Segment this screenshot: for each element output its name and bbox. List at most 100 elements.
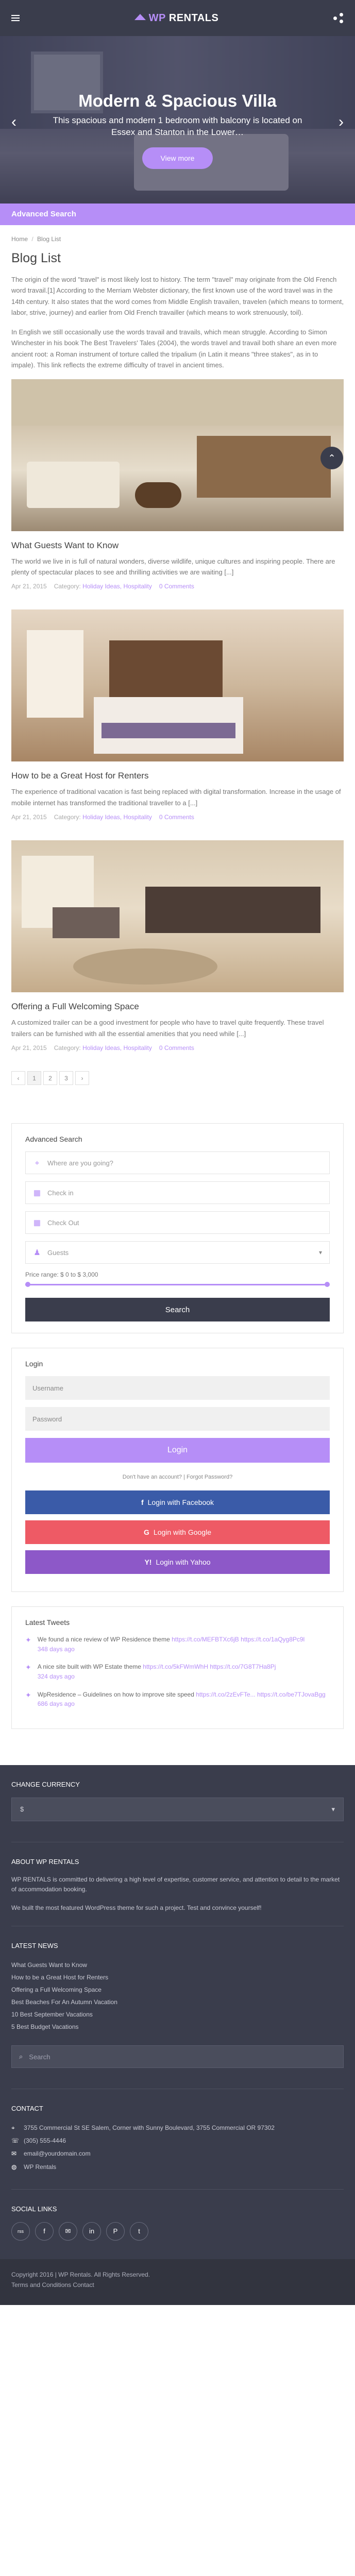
- twitter-icon: ✦: [25, 1636, 31, 1645]
- pagination-page[interactable]: 3: [59, 1071, 73, 1086]
- price-max-handle[interactable]: [325, 1282, 330, 1287]
- pagination-prev[interactable]: ‹: [11, 1071, 25, 1086]
- yahoo-login-button[interactable]: Y! Login with Yahoo: [25, 1550, 330, 1574]
- site-footer: CHANGE CURRENCY $ ▾ ABOUT WP RENTALS WP …: [0, 1765, 355, 2259]
- footer-news-item[interactable]: What Guests Want to Know: [11, 1959, 344, 1971]
- chevron-right-icon[interactable]: ›: [339, 113, 344, 131]
- contact-website[interactable]: ◍ WP Rentals: [11, 2161, 344, 2174]
- post-thumbnail[interactable]: [11, 840, 344, 993]
- post-title[interactable]: Offering a Full Welcoming Space: [11, 1002, 344, 1012]
- check-in-placeholder: Check in: [47, 1189, 74, 1197]
- footer-terms-links[interactable]: Terms and Conditions Contact: [11, 2280, 344, 2290]
- contact-email[interactable]: ✉ email@yourdomain.com: [11, 2147, 344, 2160]
- chevron-down-icon: ▾: [331, 1805, 335, 1813]
- post-comments[interactable]: 0 Comments: [159, 583, 194, 590]
- pagination-page[interactable]: 1: [27, 1071, 41, 1086]
- yahoo-icon: Y!: [144, 1558, 152, 1567]
- pagination: ‹ 1 2 3 ›: [11, 1071, 344, 1086]
- post-excerpt: A customized trailer can be a good inves…: [11, 1019, 324, 1038]
- copyright-text: Copyright 2016 | WP Rentals. All Rights …: [11, 2270, 150, 2278]
- pagination-next[interactable]: ›: [75, 1071, 89, 1086]
- price-range-label: Price range: $ 0 to $ 3,000: [25, 1271, 98, 1279]
- menu-icon[interactable]: [11, 15, 20, 21]
- post-categories[interactable]: Holiday Ideas, Hospitality: [82, 583, 152, 590]
- mail-icon[interactable]: ✉: [59, 2222, 77, 2241]
- check-out-input[interactable]: ▦ Check Out: [25, 1211, 330, 1234]
- tweet-time[interactable]: 324 days ago: [38, 1672, 276, 1682]
- tweet-time[interactable]: 686 days ago: [38, 1699, 326, 1709]
- contact-phone[interactable]: ☏ (305) 555-4446: [11, 2134, 344, 2147]
- advanced-search-toggle[interactable]: Advanced Search: [0, 204, 355, 225]
- footer-about: ABOUT WP RENTALS WP RENTALS is committed…: [11, 1842, 344, 1913]
- mail-icon: ✉: [11, 2150, 17, 2158]
- social-links: rss f ✉ in P t: [11, 2222, 344, 2259]
- post-category-label: Category:: [54, 1044, 81, 1052]
- twitter-icon: ✦: [25, 1663, 31, 1672]
- post-title[interactable]: What Guests Want to Know: [11, 540, 344, 551]
- tweet-time[interactable]: 348 days ago: [38, 1645, 305, 1654]
- facebook-login-button[interactable]: f Login with Facebook: [25, 1490, 330, 1515]
- linkedin-icon[interactable]: in: [82, 2222, 101, 2241]
- search-button[interactable]: Search: [25, 1298, 330, 1322]
- contact-address: ⌖ 3755 Commercial St SE Salem, Corner wit…: [11, 2122, 344, 2134]
- post-category-label: Category:: [54, 583, 81, 590]
- footer-search-input[interactable]: ⌕ Search: [11, 2045, 344, 2069]
- footer-news-item[interactable]: How to be a Great Host for Renters: [11, 1971, 344, 1984]
- rss-icon[interactable]: rss: [11, 2222, 30, 2241]
- logo-prefix: WP: [148, 12, 166, 24]
- post-title[interactable]: How to be a Great Host for Renters: [11, 771, 344, 781]
- price-range-slider[interactable]: [25, 1282, 330, 1287]
- login-button[interactable]: Login: [25, 1438, 330, 1463]
- footer-news-item[interactable]: Offering a Full Welcoming Space: [11, 1984, 344, 1996]
- share-icon[interactable]: [333, 13, 344, 23]
- post-thumbnail[interactable]: [11, 609, 344, 762]
- login-widget: Login Username Password Login Don't have…: [11, 1348, 344, 1592]
- guests-select[interactable]: ♟ Guests ▾: [25, 1241, 330, 1264]
- post-comments[interactable]: 0 Comments: [159, 814, 194, 821]
- post-categories[interactable]: Holiday Ideas, Hospitality: [82, 1044, 152, 1052]
- footer-about-title: ABOUT WP RENTALS: [11, 1857, 79, 1866]
- chevron-left-icon[interactable]: ‹: [11, 113, 16, 131]
- check-in-input[interactable]: ▦ Check in: [25, 1181, 330, 1205]
- tweet-link[interactable]: https://t.co/2zEvFTe... https://t.co/be7…: [196, 1691, 325, 1698]
- breadcrumb-home[interactable]: Home: [11, 235, 28, 243]
- post-category-label: Category:: [54, 814, 81, 821]
- tweet-link[interactable]: https://t.co/5kFWmWhH https://t.co/7G8T7…: [143, 1663, 276, 1670]
- facebook-icon[interactable]: f: [35, 2222, 54, 2241]
- footer-news-item[interactable]: Best Beaches For An Autumn Vacation: [11, 1996, 344, 2008]
- breadcrumb: Home / Blog List: [11, 225, 344, 251]
- password-input[interactable]: Password: [25, 1407, 330, 1431]
- phone-icon: ☏: [11, 2137, 20, 2145]
- pagination-page[interactable]: 2: [43, 1071, 57, 1086]
- username-input[interactable]: Username: [25, 1376, 330, 1400]
- contact-email-text: email@yourdomain.com: [24, 2150, 91, 2158]
- tweet-item: ✦ We found a nice review of WP Residence…: [25, 1635, 330, 1654]
- footer-news-item[interactable]: 5 Best Budget Vacations: [11, 2021, 344, 2033]
- footer-news-title: LATEST NEWS: [11, 1942, 58, 1950]
- location-input[interactable]: ⌖ Where are you going?: [25, 1151, 330, 1175]
- footer-news-item[interactable]: 10 Best September Vacations: [11, 2008, 344, 2021]
- post-thumbnail[interactable]: [11, 379, 344, 531]
- account-links[interactable]: Don't have an account? | Forgot Password…: [25, 1474, 330, 1480]
- tweet-link[interactable]: https://t.co/MEFBTXc6jB https://t.co/1aQ…: [172, 1636, 305, 1643]
- latest-tweets-widget: Latest Tweets ✦ We found a nice review o…: [11, 1606, 344, 1729]
- blog-post: Offering a Full Welcoming Space A custom…: [11, 840, 344, 1052]
- password-placeholder: Password: [32, 1415, 62, 1423]
- google-login-button[interactable]: G Login with Google: [25, 1520, 330, 1545]
- price-min-handle[interactable]: [25, 1282, 30, 1287]
- currency-select[interactable]: $ ▾: [11, 1797, 344, 1821]
- scroll-up-icon[interactable]: ⌃: [320, 447, 343, 469]
- intro-text: The origin of the word "travel" is most …: [11, 274, 344, 371]
- contact-website-text: WP Rentals: [24, 2163, 57, 2171]
- main-content: Home / Blog List Blog List The origin of…: [0, 225, 355, 1729]
- map-pin-icon: ⌖: [35, 1158, 40, 1167]
- site-logo[interactable]: WP RENTALS: [134, 12, 219, 24]
- post-comments[interactable]: 0 Comments: [159, 1044, 194, 1052]
- pinterest-icon[interactable]: P: [106, 2222, 125, 2241]
- post-excerpt: The world we live in is full of natural …: [11, 557, 335, 576]
- view-more-button[interactable]: View more: [142, 147, 213, 170]
- intro-paragraph: The origin of the word "travel" is most …: [11, 276, 344, 317]
- post-categories[interactable]: Holiday Ideas, Hospitality: [82, 814, 152, 821]
- tweet-text: WpResidence – Guidelines on how to impro…: [37, 1690, 194, 1698]
- twitter-icon[interactable]: t: [130, 2222, 148, 2241]
